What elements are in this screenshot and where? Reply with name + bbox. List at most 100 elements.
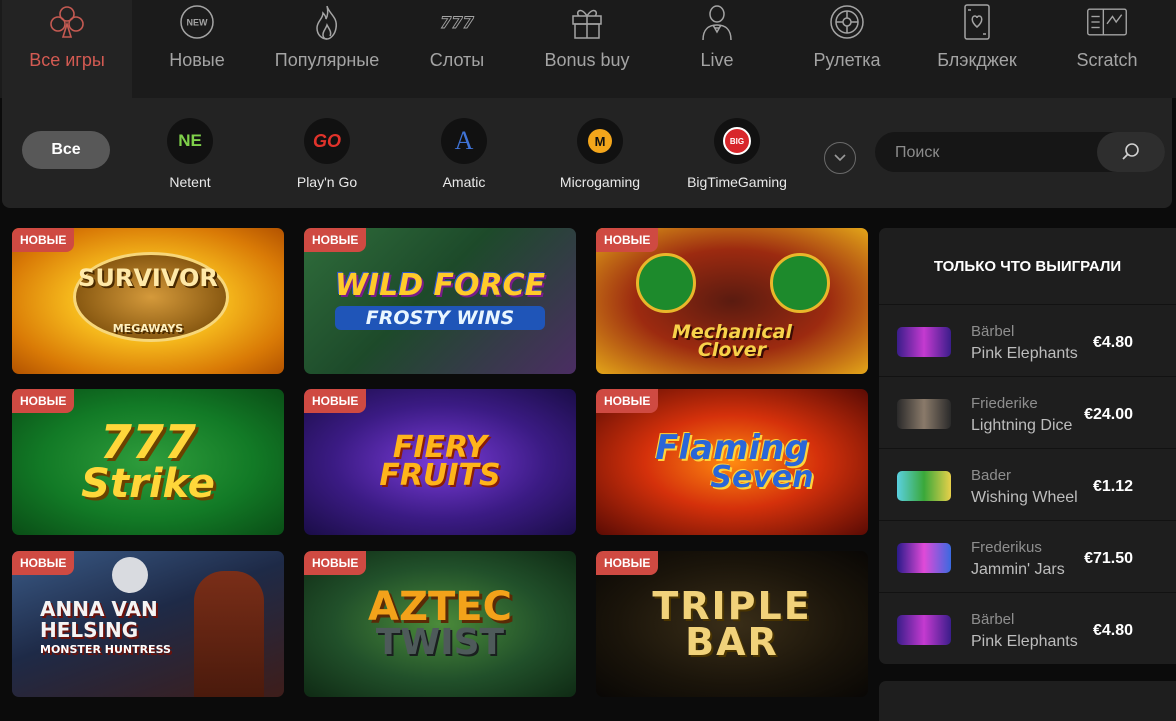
microgaming-logo: M xyxy=(577,118,623,164)
game-tile-anna-van-helsing[interactable]: НОВЫЕ ANNA VAN HELSING MONSTER HUNTRESS xyxy=(12,551,284,697)
tab-all-games[interactable]: Все игры xyxy=(2,0,132,98)
winner-row[interactable]: Friederike Lightning Dice €24.00 xyxy=(879,376,1176,449)
game-tile-triple-bar[interactable]: НОВЫЕ TRIPLE BAR xyxy=(596,551,868,697)
game-title: TRIPLE xyxy=(652,583,812,628)
game-tile-survivor[interactable]: НОВЫЕ SURVIVOR MEGAWAYS xyxy=(12,228,284,374)
tab-live[interactable]: Live xyxy=(652,0,782,98)
provider-netent[interactable]: NE Netent xyxy=(120,118,260,190)
netent-logo-text: NE xyxy=(178,131,202,150)
tab-blackjack[interactable]: Блэкджек xyxy=(912,0,1042,98)
tab-label: Новые xyxy=(169,50,225,70)
playngo-logo: GO xyxy=(304,118,350,164)
provider-playngo[interactable]: GO Play'n Go xyxy=(257,118,397,190)
provider-filter-bar: Все NE Netent GO Play'n Go A Amatic M Mi… xyxy=(2,98,1172,208)
game-subtitle: MEGAWAYS xyxy=(112,322,184,336)
777-icon-text: 777 xyxy=(440,13,474,32)
tab-scratch[interactable]: Scratch xyxy=(1042,0,1172,98)
game-subtitle: BAR xyxy=(685,620,779,664)
provider-microgaming[interactable]: M Microgaming xyxy=(530,118,670,190)
game-thumbnail xyxy=(897,399,951,429)
netent-logo: NE xyxy=(167,118,213,164)
winner-user: Friederike xyxy=(971,395,1038,412)
new-badge: НОВЫЕ xyxy=(12,389,75,413)
search-box xyxy=(875,132,1165,174)
new-badge: НОВЫЕ xyxy=(596,389,659,413)
bigtimegaming-logo-text: BIG xyxy=(729,136,745,146)
tab-bonus-buy[interactable]: Bonus buy xyxy=(522,0,652,98)
game-tile-fiery-fruits[interactable]: НОВЫЕ FIERY FRUITS xyxy=(304,389,576,535)
winner-user: Frederikus xyxy=(971,539,1042,556)
search-button[interactable] xyxy=(1097,132,1165,172)
winner-amount: €4.80 xyxy=(1092,334,1133,351)
provider-name: BigTimeGaming xyxy=(687,174,787,190)
game-thumbnail xyxy=(897,327,951,357)
777-icon: 777 xyxy=(435,2,479,42)
all-providers-button[interactable]: Все xyxy=(22,131,110,169)
scratch-card-icon xyxy=(1085,2,1129,42)
tab-label: Все игры xyxy=(29,50,105,70)
playngo-logo-text: GO xyxy=(312,130,341,151)
new-badge: НОВЫЕ xyxy=(12,228,75,252)
game-thumbnail xyxy=(897,471,951,501)
new-badge: НОВЫЕ xyxy=(304,228,367,252)
tab-slots[interactable]: 777 Слоты xyxy=(392,0,522,98)
game-tile-wild-force[interactable]: НОВЫЕ WILD FORCE FROSTY WINS xyxy=(304,228,576,374)
new-badge: НОВЫЕ xyxy=(596,228,659,252)
search-input[interactable] xyxy=(893,132,1097,174)
provider-amatic[interactable]: A Amatic xyxy=(394,118,534,190)
provider-name: Amatic xyxy=(442,174,486,190)
game-tile-mechanical-clover[interactable]: НОВЫЕ Mechanical Clover xyxy=(596,228,868,374)
winner-game: Jammin' Jars xyxy=(971,561,1065,578)
roulette-icon xyxy=(825,2,869,42)
amatic-logo: A xyxy=(441,118,487,164)
recent-winners-panel: ТОЛЬКО ЧТО ВЫИГРАЛИ Bärbel Pink Elephant… xyxy=(879,228,1176,664)
more-providers-button[interactable] xyxy=(824,142,856,174)
winner-user: Bader xyxy=(971,467,1012,484)
provider-bigtimegaming[interactable]: BIG BigTimeGaming xyxy=(667,118,807,190)
winner-row[interactable]: Frederikus Jammin' Jars €71.50 xyxy=(879,520,1176,593)
game-subtitle: Clover xyxy=(697,339,767,361)
game-tile-flaming-seven[interactable]: НОВЫЕ Flaming Seven xyxy=(596,389,868,535)
game-title: AZTEC xyxy=(368,583,512,630)
amatic-logo-text: A xyxy=(454,126,474,155)
new-badge-icon: NEW xyxy=(175,2,219,42)
winner-game: Wishing Wheel xyxy=(971,489,1078,506)
tab-label: Live xyxy=(700,50,734,70)
winners-title: ТОЛЬКО ЧТО ВЫИГРАЛИ xyxy=(933,257,1122,275)
game-subtitle: TWIST xyxy=(375,621,505,663)
game-subtitle: FROSTY WINS xyxy=(334,306,546,331)
tab-new[interactable]: NEW Новые xyxy=(132,0,262,98)
tab-label: Слоты xyxy=(429,50,485,70)
game-subtitle: MONSTER HUNTRESS xyxy=(40,643,171,656)
game-subtitle: Seven xyxy=(710,459,814,495)
microgaming-logo-text: M xyxy=(594,133,606,149)
category-nav: Все игры NEW Новые Популярные 777 Слоты xyxy=(0,0,1176,98)
new-badge: НОВЫЕ xyxy=(12,551,75,575)
secondary-side-panel xyxy=(879,681,1176,721)
search-icon xyxy=(1122,143,1139,160)
game-thumbnail xyxy=(897,543,951,573)
winner-row[interactable]: Bader Wishing Wheel €1.12 xyxy=(879,448,1176,521)
bigtimegaming-logo: BIG xyxy=(714,118,760,164)
game-tile-777-strike[interactable]: НОВЫЕ 777 Strike xyxy=(12,389,284,535)
provider-name: Microgaming xyxy=(559,174,641,190)
winner-game: Pink Elephants xyxy=(971,345,1078,362)
new-badge: НОВЫЕ xyxy=(304,551,367,575)
winner-amount: €1.12 xyxy=(1092,478,1133,495)
new-badge: НОВЫЕ xyxy=(304,389,367,413)
tab-roulette[interactable]: Рулетка xyxy=(782,0,912,98)
game-title: WILD FORCE xyxy=(334,267,546,303)
winner-row[interactable]: Bärbel Pink Elephants €4.80 xyxy=(879,592,1176,665)
card-icon xyxy=(955,2,999,42)
new-badge-icon-text: NEW xyxy=(187,18,209,28)
winner-row[interactable]: Bärbel Pink Elephants €4.80 xyxy=(879,304,1176,377)
tab-label: Блэкджек xyxy=(937,50,1017,70)
tab-popular[interactable]: Популярные xyxy=(262,0,392,98)
game-title: 777 xyxy=(99,415,196,470)
game-tile-aztec-twist[interactable]: НОВЫЕ AZTEC TWIST xyxy=(304,551,576,697)
winner-user: Bärbel xyxy=(971,611,1015,628)
tab-label: Scratch xyxy=(1076,50,1138,70)
provider-name: Play'n Go xyxy=(296,174,358,190)
winner-amount: €4.80 xyxy=(1092,622,1133,639)
game-title: ANNA VAN HELSING xyxy=(40,597,158,642)
